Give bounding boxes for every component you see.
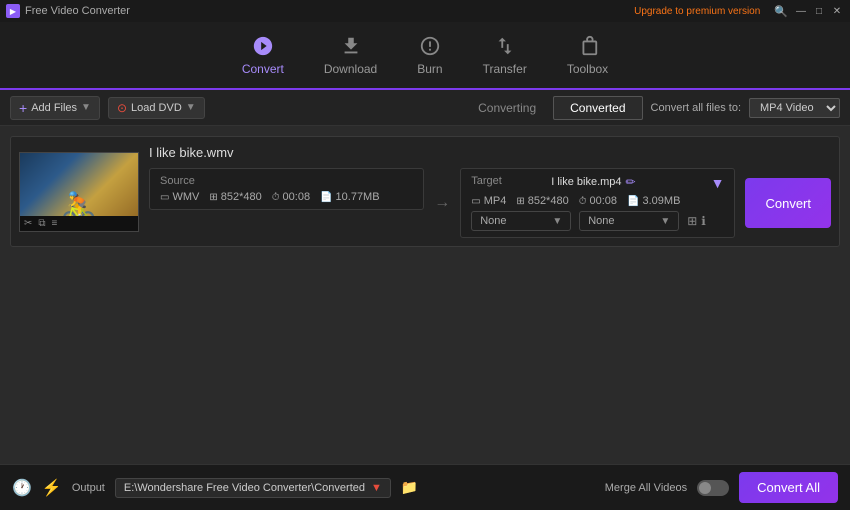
convert-all-area: Convert all files to: MP4 Video AVI Vide…: [651, 98, 840, 118]
file-name: I like bike.wmv: [149, 145, 234, 160]
load-dvd-label: Load DVD: [131, 102, 182, 114]
file-thumbnail: ✂ ⧉ ≡: [19, 152, 139, 232]
target-size: 📄 3.09MB: [627, 195, 680, 207]
nav-download-label: Download: [324, 62, 377, 76]
title-bar: ▶ Free Video Converter Upgrade to premiu…: [0, 0, 850, 22]
nav-convert-label: Convert: [242, 62, 284, 76]
merge-label: Merge All Videos: [605, 482, 687, 494]
source-label: Source: [160, 175, 413, 187]
source-block: Source ▭ WMV ⊞ 852*480 ⏱: [149, 168, 424, 210]
source-format: ▭ WMV: [160, 191, 199, 203]
transfer-icon: [493, 34, 517, 58]
upgrade-link[interactable]: Upgrade to premium version: [634, 6, 760, 17]
nav-transfer[interactable]: Transfer: [483, 34, 527, 76]
nav-convert[interactable]: Convert: [242, 34, 284, 76]
app-name: Free Video Converter: [25, 5, 130, 17]
close-button[interactable]: ✕: [830, 4, 844, 18]
nav-burn-label: Burn: [417, 62, 442, 76]
nav-download[interactable]: Download: [324, 34, 377, 76]
toolbar: + Add Files ▼ ⊙ Load DVD ▼ Converting Co…: [0, 90, 850, 126]
subtitle-merge-icon[interactable]: ⊞: [687, 214, 697, 228]
subtitle-icons: ⊞ ℹ: [687, 214, 706, 228]
download-icon: [339, 34, 363, 58]
subtitle-select-1[interactable]: None ▼: [471, 211, 571, 231]
nav-transfer-label: Transfer: [483, 62, 527, 76]
file-item: ✂ ⧉ ≡ I like bike.wmv Source: [10, 136, 840, 247]
source-duration: ⏱ 00:08: [272, 191, 310, 203]
format-select[interactable]: MP4 Video AVI Video MOV Video MKV Video: [749, 98, 840, 118]
target-format: ▭ MP4: [471, 195, 506, 207]
settings-icon[interactable]: ≡: [52, 218, 58, 229]
format-icon: ▭: [160, 192, 169, 203]
tab-converting[interactable]: Converting: [461, 96, 553, 120]
tab-converted[interactable]: Converted: [553, 96, 642, 120]
tabs-area: Converting Converted: [461, 96, 642, 120]
target-filename: I like bike.mp4: [551, 176, 621, 188]
output-path-text: E:\Wondershare Free Video Converter\Conv…: [124, 482, 365, 494]
add-files-dropdown-icon[interactable]: ▼: [81, 102, 91, 113]
app-logo: ▶: [6, 4, 20, 18]
nav-toolbox-label: Toolbox: [567, 62, 608, 76]
source-resolution: ⊞ 852*480: [209, 191, 261, 203]
output-dropdown-icon[interactable]: ▼: [371, 482, 382, 494]
nav-bar: Convert Download Burn Transfer: [0, 22, 850, 90]
subtitle-row: None ▼ None ▼ ⊞ ℹ: [471, 211, 724, 231]
minimize-button[interactable]: —: [794, 4, 808, 18]
conversion-row: Source ▭ WMV ⊞ 852*480 ⏱: [149, 168, 831, 238]
target-block: Target ▼ ▭ MP4 ⊞ 852*480: [460, 168, 735, 238]
target-label: Target: [471, 175, 502, 187]
target-resolution: ⊞ 852*480: [516, 195, 568, 207]
history-icon[interactable]: 🕐: [12, 478, 32, 498]
target-res-icon: ⊞: [516, 196, 524, 207]
title-bar-right: Upgrade to premium version 🔍 — □ ✕: [634, 4, 844, 18]
conversion-arrow: →: [434, 194, 450, 212]
nav-burn[interactable]: Burn: [417, 34, 442, 76]
folder-icon[interactable]: 📁: [401, 479, 418, 496]
target-format-icon: ▭: [471, 196, 480, 207]
load-dvd-dropdown-icon[interactable]: ▼: [186, 102, 196, 113]
file-icon: 📄: [320, 192, 332, 203]
target-clock-icon: ⏱: [579, 196, 587, 207]
target-expand-icon[interactable]: ▼: [711, 175, 725, 191]
dvd-icon: ⊙: [117, 101, 127, 115]
output-path[interactable]: E:\Wondershare Free Video Converter\Conv…: [115, 478, 391, 498]
bottom-bar: 🕐 ⚡ Output E:\Wondershare Free Video Con…: [0, 464, 850, 510]
convert-all-button[interactable]: Convert All: [739, 472, 838, 503]
file-info: I like bike.wmv Source ▭ WMV ⊞: [149, 145, 831, 238]
source-details: ▭ WMV ⊞ 852*480 ⏱ 00:08: [160, 191, 413, 203]
convert-all-label: Convert all files to:: [651, 102, 741, 114]
main-content: ✂ ⧉ ≡ I like bike.wmv Source: [0, 126, 850, 464]
edit-icon[interactable]: ✏: [626, 175, 636, 189]
flash-icon[interactable]: ⚡: [42, 478, 62, 498]
burn-icon: [418, 34, 442, 58]
file-name-row: I like bike.wmv: [149, 145, 831, 160]
subtitle-dropdown-icon-2: ▼: [660, 216, 670, 227]
add-files-label: Add Files: [31, 102, 77, 114]
clock-icon: ⏱: [272, 192, 280, 203]
target-file-icon: 📄: [627, 196, 639, 207]
subtitle-select-2[interactable]: None ▼: [579, 211, 679, 231]
output-label: Output: [72, 482, 105, 494]
add-files-button[interactable]: + Add Files ▼: [10, 96, 100, 120]
maximize-button[interactable]: □: [812, 4, 826, 18]
search-icon[interactable]: 🔍: [774, 5, 788, 18]
load-dvd-button[interactable]: ⊙ Load DVD ▼: [108, 97, 205, 119]
nav-toolbox[interactable]: Toolbox: [567, 34, 608, 76]
target-duration: ⏱ 00:08: [579, 195, 617, 207]
source-size: 📄 10.77MB: [320, 191, 379, 203]
convert-button[interactable]: Convert: [745, 178, 831, 228]
subtitle-info-icon[interactable]: ℹ: [701, 214, 706, 228]
title-bar-left: ▶ Free Video Converter: [6, 4, 130, 18]
toolbox-icon: [576, 34, 600, 58]
resolution-icon: ⊞: [209, 192, 217, 203]
clip-icon[interactable]: ⧉: [38, 218, 45, 229]
file-header: ✂ ⧉ ≡ I like bike.wmv Source: [19, 145, 831, 238]
trim-icon[interactable]: ✂: [24, 218, 32, 229]
subtitle-dropdown-icon-1: ▼: [552, 216, 562, 227]
merge-toggle[interactable]: [697, 480, 729, 496]
target-details: ▭ MP4 ⊞ 852*480 ⏱ 00:08: [471, 195, 724, 207]
convert-icon: [251, 34, 275, 58]
plus-icon: +: [19, 100, 27, 116]
